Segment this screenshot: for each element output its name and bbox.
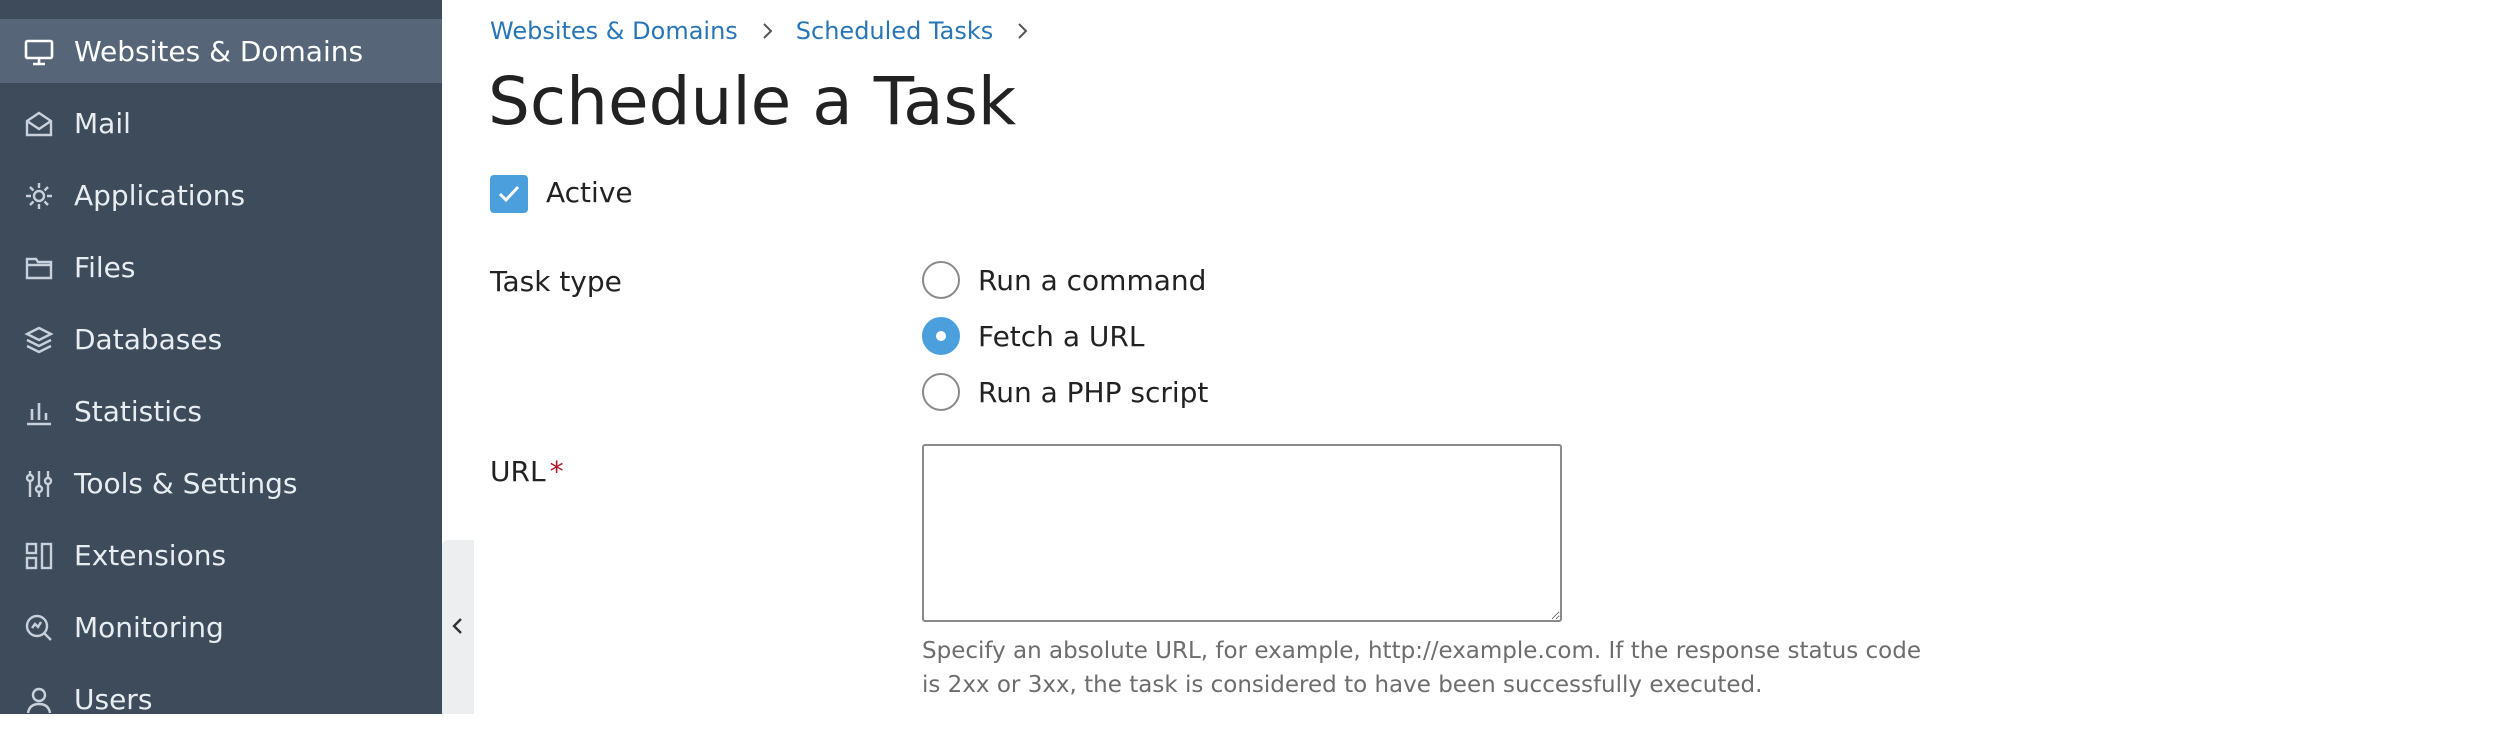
sidebar-item-files[interactable]: Files (0, 235, 442, 299)
sidebar: Websites & Domains Mail Applications Fil… (0, 0, 442, 716)
page-title: Schedule a Task (488, 63, 1017, 140)
sidebar-item-tools-settings[interactable]: Tools & Settings (0, 451, 442, 515)
radio-run-php-script[interactable] (922, 373, 960, 411)
sidebar-item-label: Monitoring (74, 610, 224, 644)
chevron-right-icon (1011, 20, 1033, 42)
active-checkbox[interactable] (490, 175, 528, 213)
monitor-icon (22, 35, 56, 69)
folder-icon (22, 251, 56, 285)
sliders-icon (22, 467, 56, 501)
sidebar-item-label: Statistics (74, 394, 202, 428)
mail-icon (22, 107, 56, 141)
sidebar-item-databases[interactable]: Databases (0, 307, 442, 371)
sidebar-item-extensions[interactable]: Extensions (0, 523, 442, 587)
layers-icon (22, 323, 56, 357)
sidebar-item-users[interactable]: Users (0, 667, 442, 731)
sidebar-item-label: Websites & Domains (74, 34, 364, 68)
radio-run-php-script-label[interactable]: Run a PHP script (978, 376, 1208, 409)
radio-run-command-label[interactable]: Run a command (978, 264, 1206, 297)
gear-icon (22, 179, 56, 213)
url-input[interactable] (922, 444, 1562, 622)
sidebar-item-statistics[interactable]: Statistics (0, 379, 442, 443)
sidebar-collapse-button[interactable] (442, 540, 474, 714)
sidebar-item-label: Applications (74, 178, 246, 212)
url-label-text: URL (490, 455, 546, 488)
breadcrumb: Websites & Domains Scheduled Tasks (490, 14, 1051, 48)
bar-chart-icon (22, 395, 56, 429)
required-marker: * (549, 455, 564, 488)
active-checkbox-label[interactable]: Active (546, 176, 633, 209)
sidebar-item-mail[interactable]: Mail (0, 91, 442, 155)
sidebar-item-label: Tools & Settings (74, 466, 298, 500)
sidebar-item-monitoring[interactable]: Monitoring (0, 595, 442, 659)
url-hint: Specify an absolute URL, for example, ht… (922, 638, 1921, 698)
sidebar-item-label: Files (74, 250, 136, 284)
radio-fetch-url[interactable] (922, 317, 960, 355)
sidebar-item-label: Users (74, 682, 153, 716)
radio-run-command[interactable] (922, 261, 960, 299)
sidebar-item-applications[interactable]: Applications (0, 163, 442, 227)
url-label: URL * (490, 455, 564, 488)
chevron-right-icon (756, 20, 778, 42)
chevron-left-icon (452, 618, 462, 634)
radio-fetch-url-label[interactable]: Fetch a URL (978, 320, 1144, 353)
sidebar-item-label: Mail (74, 106, 131, 140)
breadcrumb-link-websites-domains[interactable]: Websites & Domains (490, 17, 738, 45)
task-type-label: Task type (490, 265, 622, 298)
sidebar-item-label: Databases (74, 322, 223, 356)
extensions-icon (22, 539, 56, 573)
sidebar-item-label: Extensions (74, 538, 227, 572)
breadcrumb-link-scheduled-tasks[interactable]: Scheduled Tasks (796, 17, 993, 45)
sidebar-item-websites-domains[interactable]: Websites & Domains (0, 19, 442, 83)
monitoring-icon (22, 611, 56, 645)
user-icon (22, 683, 56, 717)
